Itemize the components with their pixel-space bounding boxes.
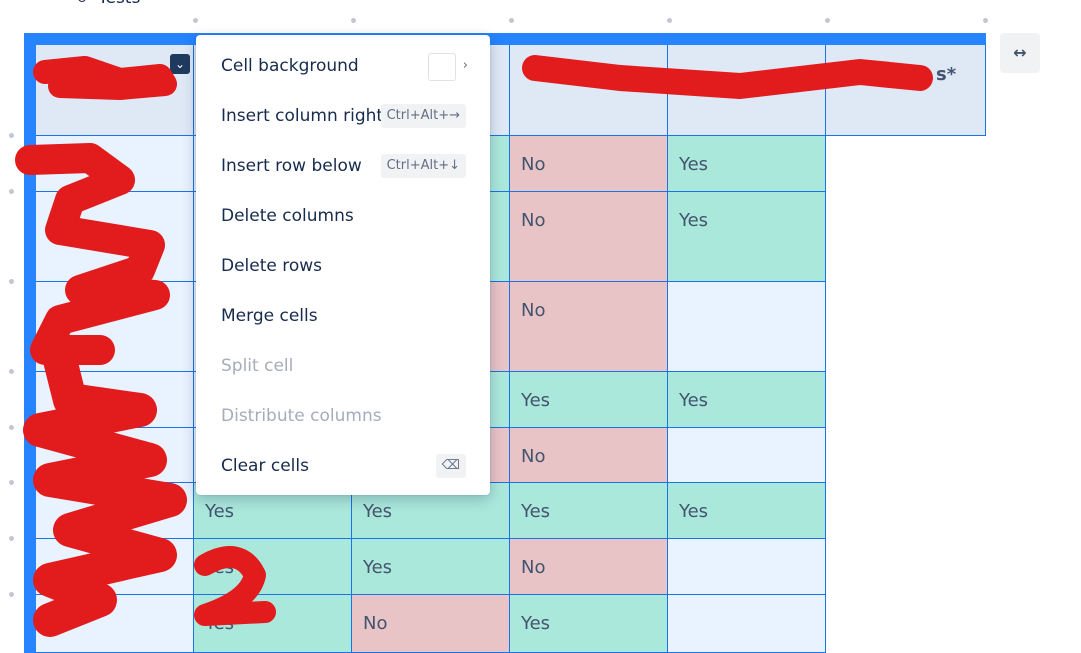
row-handle-dot[interactable] — [9, 133, 14, 138]
menu-item-label: Split cell — [221, 356, 294, 376]
color-swatch[interactable] — [428, 53, 456, 81]
table-cell[interactable] — [36, 428, 194, 483]
cell-text: Yes — [521, 501, 551, 522]
bullet-text: Tests — [98, 0, 140, 8]
table-cell[interactable]: Yes — [194, 595, 352, 653]
table-grid: s* Yes No Yes Yes No Yes No No Yes Yes Yes No No Yes Y… — [36, 45, 986, 653]
menu-item-clear-cells[interactable]: Clear cells ⌫ — [196, 441, 490, 491]
table-header-cell[interactable] — [510, 45, 668, 136]
cell-text: Yes — [363, 557, 393, 578]
menu-item-merge-cells[interactable]: Merge cells — [196, 291, 490, 341]
menu-item-label: Insert row below — [221, 156, 362, 176]
row-handle-dot[interactable] — [9, 480, 14, 485]
column-handle-dot[interactable] — [667, 18, 672, 23]
cell-text: Yes — [205, 557, 235, 578]
table-cell[interactable]: No — [510, 192, 668, 282]
shortcut-badge: Ctrl+Alt+↓ — [380, 154, 466, 178]
menu-item-insert-column-right[interactable]: Insert column right Ctrl+Alt+→ — [196, 91, 490, 141]
cell-text: Yes — [363, 501, 393, 522]
menu-item-delete-rows[interactable]: Delete rows — [196, 241, 490, 291]
menu-item-label: Cell background — [221, 56, 359, 76]
table-cell[interactable]: Yes — [510, 372, 668, 428]
row-handle-dot[interactable] — [9, 592, 14, 597]
cell-text: Yes — [521, 390, 551, 411]
backspace-icon: ⌫ — [435, 454, 466, 478]
table-cell[interactable]: No — [510, 428, 668, 483]
arrows-left-right-icon: ↔ — [1013, 43, 1027, 62]
table-cell[interactable] — [36, 282, 194, 372]
column-handle-dot[interactable] — [825, 18, 830, 23]
bullet-icon — [78, 0, 86, 2]
row-handle-dot[interactable] — [9, 369, 14, 374]
table-cell[interactable] — [36, 595, 194, 653]
menu-item-label: Distribute columns — [221, 406, 382, 426]
table-header-cell[interactable] — [668, 45, 826, 136]
table-cell[interactable] — [36, 372, 194, 428]
column-handle-dot[interactable] — [509, 18, 514, 23]
table-cell[interactable]: Yes — [352, 539, 510, 595]
menu-item-label: Delete rows — [221, 256, 323, 276]
cell-text: No — [363, 613, 388, 634]
cell-text: No — [521, 210, 546, 231]
menu-item-label: Clear cells — [221, 456, 309, 476]
table-cell[interactable] — [668, 282, 826, 372]
cell-text: Yes — [205, 613, 235, 634]
menu-item-distribute-columns: Distribute columns — [196, 391, 490, 441]
cell-text: No — [521, 557, 546, 578]
cell-text: Yes — [679, 210, 709, 231]
cell-text: Yes — [679, 154, 709, 175]
bullet-item: Tests — [78, 0, 140, 8]
menu-item-delete-columns[interactable]: Delete columns — [196, 191, 490, 241]
table-cell[interactable]: No — [510, 539, 668, 595]
cell-text: No — [521, 446, 546, 467]
table-cell[interactable]: No — [510, 282, 668, 372]
table-cell[interactable] — [36, 136, 194, 192]
column-handle-dot[interactable] — [193, 18, 198, 23]
row-handle-dot[interactable] — [9, 425, 14, 430]
row-handle-dot[interactable] — [9, 189, 14, 194]
menu-item-insert-row-below[interactable]: Insert row below Ctrl+Alt+↓ — [196, 141, 490, 191]
table-cell[interactable]: Yes — [510, 595, 668, 653]
table-cell[interactable]: Yes — [668, 372, 826, 428]
menu-item-label: Delete columns — [221, 206, 354, 226]
cell-text: Yes — [521, 613, 551, 634]
table-cell[interactable] — [668, 539, 826, 595]
table-cell[interactable] — [36, 192, 194, 282]
table: s* Yes No Yes Yes No Yes No No Yes Yes Yes No No Yes Y… — [24, 33, 987, 653]
table-context-menu: Cell background › Insert column right Ct… — [196, 35, 490, 495]
table-cell[interactable] — [668, 428, 826, 483]
table-cell[interactable] — [36, 483, 194, 539]
table-cell[interactable]: Yes — [668, 136, 826, 192]
row-handle-dot[interactable] — [9, 536, 14, 541]
chevron-down-icon: ⌄ — [174, 57, 186, 71]
column-selection-bar[interactable] — [24, 33, 986, 45]
table-cell[interactable]: No — [510, 136, 668, 192]
cell-options-button[interactable]: ⌄ — [170, 54, 190, 74]
cell-text: No — [521, 300, 546, 321]
row-selection-bar[interactable] — [24, 33, 36, 653]
header-text: s* — [936, 64, 957, 85]
column-handle-dot[interactable] — [351, 18, 356, 23]
table-cell[interactable]: Yes — [668, 192, 826, 282]
menu-item-split-cell: Split cell — [196, 341, 490, 391]
table-cell[interactable]: Yes — [668, 483, 826, 539]
table-width-toggle-button[interactable]: ↔ — [1000, 33, 1040, 73]
cell-text: Yes — [679, 501, 709, 522]
cell-text: No — [521, 154, 546, 175]
cell-text: Yes — [205, 501, 235, 522]
chevron-right-icon: › — [462, 58, 468, 73]
table-cell[interactable] — [36, 539, 194, 595]
cell-text: Yes — [679, 390, 709, 411]
table-header-cell[interactable]: s* — [826, 45, 986, 136]
table-cell[interactable]: No — [352, 595, 510, 653]
column-handle-dot[interactable] — [983, 18, 988, 23]
table-cell[interactable]: Yes — [194, 539, 352, 595]
shortcut-badge: Ctrl+Alt+→ — [380, 104, 466, 128]
table-cell[interactable]: Yes — [510, 483, 668, 539]
menu-item-cell-background[interactable]: Cell background › — [196, 41, 490, 91]
row-handle-dot[interactable] — [9, 279, 14, 284]
table-cell[interactable] — [668, 595, 826, 653]
menu-item-label: Merge cells — [221, 306, 318, 326]
menu-item-label: Insert column right — [221, 106, 384, 126]
